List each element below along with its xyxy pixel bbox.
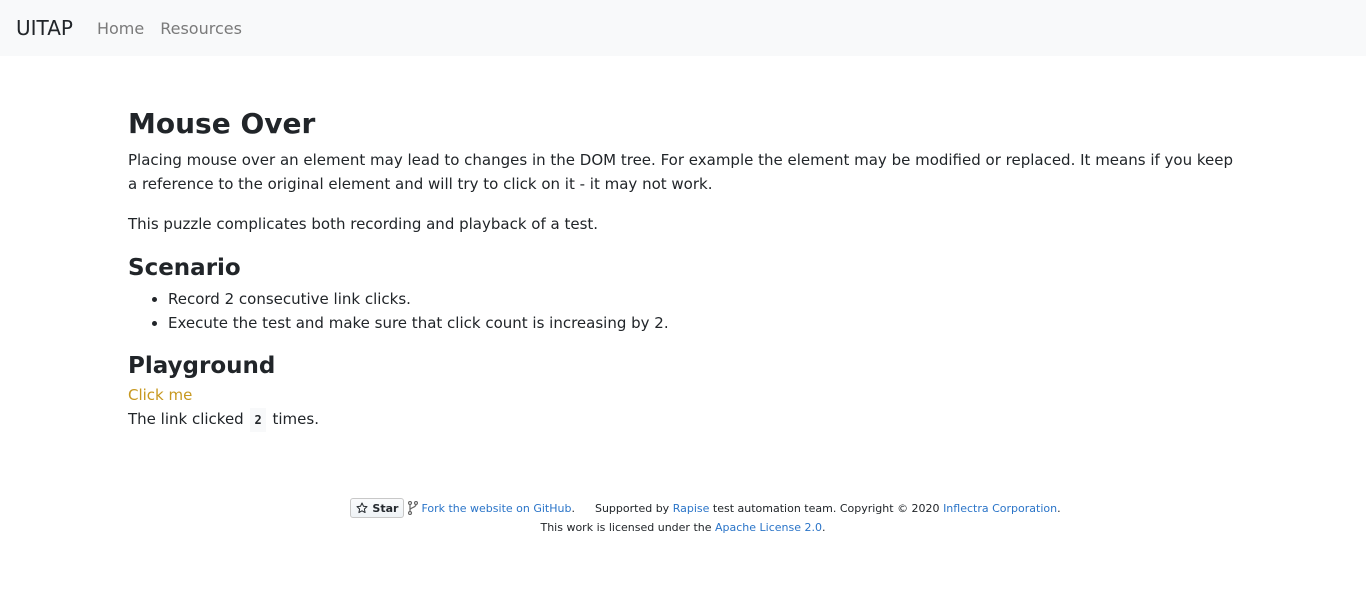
apache-license-link[interactable]: Apache License 2.0 (715, 521, 822, 534)
star-label: Star (372, 501, 399, 515)
click-count-badge: 2 (250, 408, 266, 432)
nav-link-resources[interactable]: Resources (160, 19, 242, 38)
supported-suffix: . (1057, 501, 1061, 515)
counter-suffix: times. (272, 410, 319, 428)
description-paragraph-2: This puzzle complicates both recording a… (128, 215, 599, 233)
scenario-heading: Scenario (128, 255, 241, 281)
fork-suffix: . (571, 501, 575, 515)
click-me-link[interactable]: Click me (128, 383, 192, 407)
nav-link-home[interactable]: Home (97, 19, 144, 38)
list-item: Record 2 consecutive link clicks. (168, 287, 1238, 311)
brand-link[interactable]: UITAP (16, 16, 73, 40)
main-content: Mouse Over Placing mouse over an element… (128, 106, 1238, 432)
footer-line-1: Star Fork the website on GitHub. Support… (0, 497, 1366, 519)
description-paragraph: Placing mouse over an element may lead t… (128, 151, 1233, 193)
footer-line-2: This work is licensed under the Apache L… (0, 519, 1366, 537)
scenario-list: Record 2 consecutive link clicks. Execut… (128, 287, 1238, 335)
license-prefix: This work is licensed under the (540, 521, 712, 534)
github-star-button[interactable]: Star (350, 498, 405, 518)
fork-icon (408, 501, 419, 515)
star-icon (356, 502, 368, 514)
footer: Star Fork the website on GitHub. Support… (0, 497, 1366, 537)
playground-heading: Playground (128, 353, 276, 379)
list-item: Execute the test and make sure that clic… (168, 311, 1238, 335)
fork-github-link[interactable]: Fork the website on GitHub (421, 502, 571, 515)
supported-prefix: Supported by (594, 501, 670, 515)
inflectra-link[interactable]: Inflectra Corporation (943, 502, 1057, 515)
rapise-link[interactable]: Rapise (673, 502, 710, 515)
navbar: UITAP Home Resources (0, 0, 1366, 56)
license-suffix: . (822, 521, 826, 534)
page-title: Mouse Over (128, 107, 316, 140)
supported-middle: test automation team. Copyright © 2020 (712, 501, 940, 515)
click-counter-line: The link clicked 2 times. (128, 407, 1238, 432)
counter-prefix: The link clicked (128, 410, 244, 428)
